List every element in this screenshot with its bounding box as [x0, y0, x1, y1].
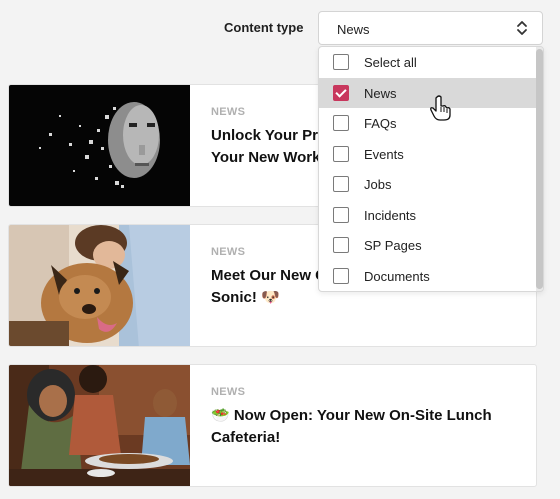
dropdown-option-news[interactable]: News: [319, 78, 537, 108]
checkbox-checked[interactable]: [333, 85, 349, 101]
checkbox[interactable]: [333, 207, 349, 223]
checkbox[interactable]: [333, 146, 349, 162]
content-type-label: Content type: [224, 20, 304, 35]
checkbox[interactable]: [333, 268, 349, 284]
option-label: Incidents: [364, 208, 417, 223]
card-category: NEWS: [211, 386, 246, 398]
option-label: News: [364, 86, 397, 101]
dropdown-option-jobs[interactable]: Jobs: [319, 169, 537, 199]
content-type-dropdown[interactable]: Select all News FAQs Events Jobs Inciden…: [318, 46, 544, 292]
dropdown-option-incidents[interactable]: Incidents: [319, 200, 537, 230]
option-label: Select all: [364, 55, 417, 70]
card-category: NEWS: [211, 246, 246, 258]
option-label: Jobs: [364, 177, 392, 192]
dropdown-scrollbar[interactable]: [536, 47, 543, 291]
card-thumbnail-digital-face: [9, 85, 190, 206]
checkbox[interactable]: [333, 54, 349, 70]
content-type-selected-value: News: [337, 22, 370, 37]
hand-pointer-icon: [430, 95, 451, 121]
scrollbar-thumb[interactable]: [536, 49, 543, 289]
option-label: Events: [364, 147, 404, 162]
card-thumbnail-dog-and-woman: [9, 225, 190, 346]
checkbox[interactable]: [333, 237, 349, 253]
dropdown-option-faqs[interactable]: FAQs: [319, 108, 537, 138]
option-label: FAQs: [364, 116, 397, 131]
chevron-up-down-icon: [517, 21, 527, 35]
news-card[interactable]: NEWS 🥗 Now Open: Your New On-Site Lunch …: [8, 364, 537, 487]
card-title-line: 🥗 Now Open: Your New On-Site Lunch: [211, 407, 492, 424]
card-title-line: Cafeteria!: [211, 429, 281, 446]
card-category: NEWS: [211, 106, 246, 118]
card-thumbnail-cafeteria: [9, 365, 190, 486]
dropdown-option-sp-pages[interactable]: SP Pages: [319, 230, 537, 260]
dropdown-option-documents[interactable]: Documents: [319, 261, 537, 291]
card-title[interactable]: 🥗 Now Open: Your New On-Site Lunch Cafet…: [211, 405, 521, 449]
option-label: Documents: [364, 269, 430, 284]
checkbox[interactable]: [333, 115, 349, 131]
dropdown-option-events[interactable]: Events: [319, 139, 537, 169]
option-label: SP Pages: [364, 238, 422, 253]
dropdown-option-select-all[interactable]: Select all: [319, 47, 537, 77]
content-type-select[interactable]: News: [318, 11, 543, 45]
checkbox[interactable]: [333, 176, 349, 192]
